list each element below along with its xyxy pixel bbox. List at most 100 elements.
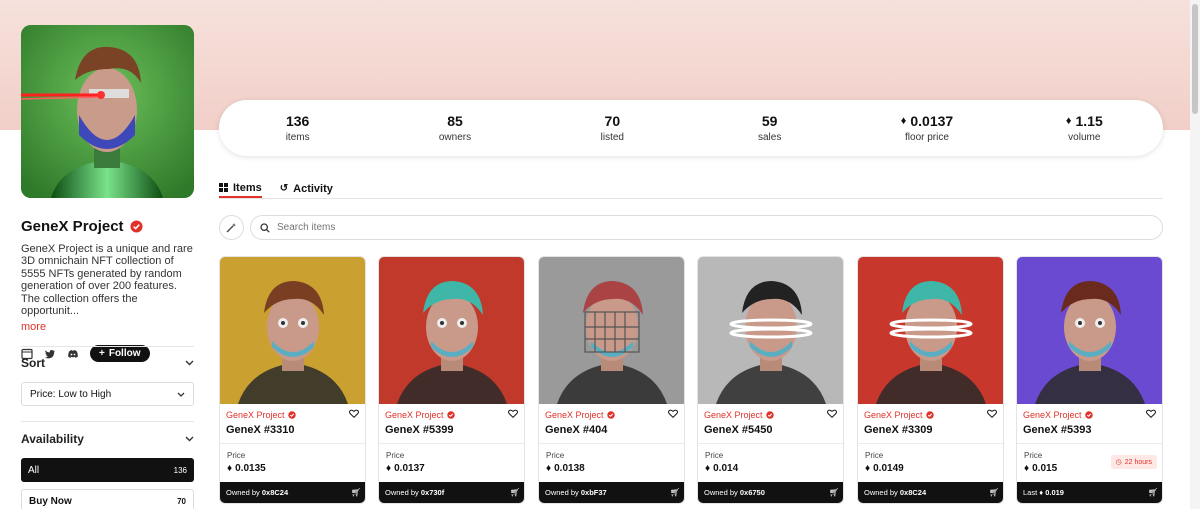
scrollbar-thumb[interactable] <box>1192 4 1198 114</box>
card-collection-name: GeneX Project <box>704 410 763 420</box>
card-collection-name: GeneX Project <box>385 410 444 420</box>
card-collection[interactable]: GeneX Project <box>226 410 296 420</box>
nft-name[interactable]: GeneX #404 <box>545 424 607 436</box>
eth-icon: ♦ <box>1024 463 1030 474</box>
stat-listed: 70 listed <box>534 113 691 143</box>
nft-image[interactable] <box>379 257 524 404</box>
card-collection[interactable]: GeneX Project <box>385 410 455 420</box>
footer-value: 0xbF37 <box>580 488 607 497</box>
card-footer: Owned by 0x6750 🛒︎ <box>698 482 843 503</box>
stat-floor-price: ♦ 0.0137 floor price <box>848 113 1005 143</box>
heart-icon[interactable] <box>349 409 359 418</box>
add-to-cart-icon[interactable]: 🛒︎ <box>351 488 361 497</box>
verified-badge-icon <box>925 411 934 419</box>
filter-toggle-button[interactable] <box>219 215 244 240</box>
add-to-cart-icon[interactable]: 🛒︎ <box>670 488 680 497</box>
nft-name[interactable]: GeneX #5450 <box>704 424 773 436</box>
price-label: Price <box>705 451 724 460</box>
sort-select[interactable]: Price: Low to High <box>21 382 194 406</box>
card-collection[interactable]: GeneX Project <box>545 410 615 420</box>
nft-name[interactable]: GeneX #3310 <box>226 424 295 436</box>
price-value: 0.014 <box>713 463 739 474</box>
card-footer: Owned by 0x8C24 🛒︎ <box>220 482 365 503</box>
divider <box>21 421 194 422</box>
add-to-cart-icon[interactable]: 🛒︎ <box>510 488 520 497</box>
card-collection[interactable]: GeneX Project <box>704 410 774 420</box>
nft-price: ♦ 0.0135 <box>227 463 266 474</box>
tab-activity[interactable]: ↺ Activity <box>280 179 333 198</box>
stat-label: floor price <box>905 132 949 143</box>
heart-icon[interactable] <box>827 409 837 418</box>
heart-icon[interactable] <box>508 409 518 418</box>
heart-icon[interactable] <box>668 409 678 418</box>
search-bar[interactable] <box>250 215 1163 240</box>
availability-option-all[interactable]: All 136 <box>21 458 194 482</box>
sort-header[interactable]: Sort <box>21 356 194 370</box>
nft-name[interactable]: GeneX #5393 <box>1023 424 1092 436</box>
page-scrollbar[interactable] <box>1190 0 1200 509</box>
card-collection-name: GeneX Project <box>864 410 923 420</box>
clock-icon: ◷ <box>1115 459 1122 466</box>
nft-price: ♦ 0.0138 <box>546 463 585 474</box>
heart-icon[interactable] <box>1146 409 1156 418</box>
stat-label: listed <box>600 132 624 143</box>
divider <box>379 443 524 444</box>
card-collection[interactable]: GeneX Project <box>864 410 934 420</box>
divider <box>1017 443 1162 444</box>
availability-option-label: Buy Now <box>29 495 72 507</box>
stat-label: owners <box>438 132 472 143</box>
more-link[interactable]: more <box>21 321 46 333</box>
eth-icon: ♦ <box>227 463 233 474</box>
stat-items: 136 items <box>219 113 376 143</box>
availability-header[interactable]: Availability <box>21 432 194 446</box>
collection-description: GeneX Project is a unique and rare 3D om… <box>21 243 193 318</box>
price-label: Price <box>386 451 405 460</box>
nft-image[interactable] <box>858 257 1003 404</box>
price-value: 0.0135 <box>235 463 266 474</box>
tab-items[interactable]: Items <box>219 179 262 198</box>
verified-badge-icon <box>446 411 455 419</box>
stat-label: items <box>285 132 310 143</box>
nft-name[interactable]: GeneX #5399 <box>385 424 454 436</box>
footer-value: 0x8C24 <box>899 488 927 497</box>
nft-card[interactable]: #51GeneX ProjectGeneX #5450Price♦0.014Ow… <box>697 256 844 504</box>
collection-name: GeneX Project <box>21 218 124 235</box>
stat-label: volume <box>1068 132 1101 143</box>
nft-card[interactable]: GeneX Project GeneX #3309 Price ♦ 0.0149 Owne… <box>857 256 1004 504</box>
eth-icon: ♦ <box>546 463 552 474</box>
search-input[interactable] <box>277 222 1137 233</box>
nft-price: ♦ 0.0149 <box>865 463 904 474</box>
nft-card[interactable]: GeneX Project GeneX #3310 Price ♦ 0.0135 Owne… <box>219 256 366 504</box>
price-label: Price <box>227 451 246 460</box>
nft-image[interactable] <box>698 257 843 404</box>
card-collection[interactable]: GeneX Project <box>1023 410 1093 420</box>
eth-icon: ♦ <box>900 115 907 127</box>
stat-sales: 59 sales <box>691 113 848 143</box>
availability-option-count: 136 <box>173 465 187 475</box>
heart-icon[interactable] <box>987 409 997 418</box>
price-label: Price <box>1024 451 1043 460</box>
add-to-cart-icon[interactable]: 🛒︎ <box>989 488 999 497</box>
stat-value: 0.0137 <box>910 113 954 129</box>
history-icon: ↺ <box>279 183 289 194</box>
collection-avatar <box>21 25 194 198</box>
add-to-cart-icon[interactable]: 🛒︎ <box>1148 488 1158 497</box>
timer-value: 22 hours <box>1124 458 1152 466</box>
card-footer: Owned by 0xbF37 🛒︎ <box>539 482 684 503</box>
nft-image[interactable] <box>539 257 684 404</box>
nft-image[interactable] <box>1017 257 1162 404</box>
divider <box>220 443 365 444</box>
eth-icon: ♦ <box>705 463 711 474</box>
nft-name[interactable]: GeneX #3309 <box>864 424 933 436</box>
nft-image[interactable] <box>220 257 365 404</box>
availability-option-buy-now[interactable]: Buy Now 70 <box>21 489 194 509</box>
add-to-cart-icon[interactable]: 🛒︎ <box>829 488 839 497</box>
card-footer: Owned by 0x8C24 🛒︎ <box>858 482 1003 503</box>
verified-badge-icon <box>606 411 615 419</box>
nft-card[interactable]: #34GeneX ProjectGeneX #5393Price♦0.015◷2… <box>1016 256 1163 504</box>
nft-card[interactable]: #51GeneX ProjectGeneX #5399Price♦0.0137O… <box>378 256 525 504</box>
nft-card[interactable]: GeneX Project GeneX #404 Price ♦ 0.0138 Owned… <box>538 256 685 504</box>
footer-value: 0.019 <box>1045 488 1064 497</box>
card-footer: Owned by 0x730f 🛒︎ <box>379 482 524 503</box>
stat-owners: 85 owners <box>376 113 533 143</box>
